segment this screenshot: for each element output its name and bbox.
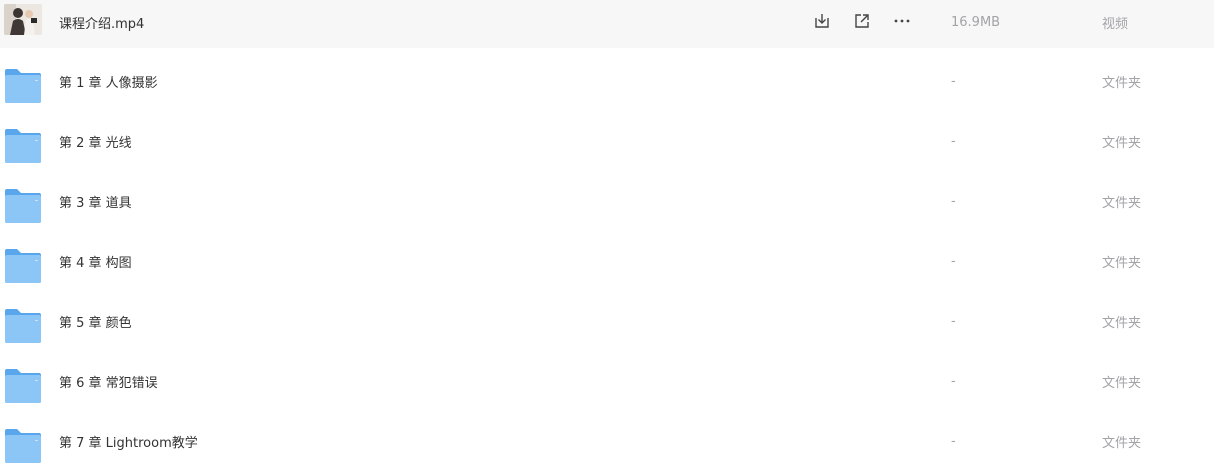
- file-size: -: [951, 133, 956, 149]
- file-size: -: [951, 373, 956, 389]
- folder-icon: [4, 68, 42, 104]
- file-type: 文件夹: [1102, 135, 1142, 151]
- file-type: 文件夹: [1102, 435, 1142, 451]
- file-list: 课程介绍.mp4 16.9MB 视频 第 1 章 人像摄影 - 文件夹 第 2 …: [0, 0, 1214, 473]
- folder-icon: [4, 308, 42, 344]
- folder-row[interactable]: 第 1 章 人像摄影 - 文件夹: [0, 56, 1214, 106]
- folder-row[interactable]: 第 4 章 构图 - 文件夹: [0, 236, 1214, 286]
- file-row-video[interactable]: 课程介绍.mp4 16.9MB 视频: [0, 0, 1214, 48]
- row-actions: [812, 0, 922, 48]
- file-type: 文件夹: [1102, 255, 1142, 271]
- folder-row[interactable]: 第 7 章 Lightroom教学 - 文件夹: [0, 416, 1214, 466]
- video-thumbnail: [4, 4, 42, 35]
- folder-icon: [4, 248, 42, 284]
- folder-name[interactable]: 第 7 章 Lightroom教学: [59, 416, 198, 466]
- share-icon[interactable]: [852, 11, 872, 31]
- file-name[interactable]: 课程介绍.mp4: [59, 0, 144, 48]
- file-size: -: [951, 253, 956, 269]
- folder-icon: [4, 188, 42, 224]
- folder-name[interactable]: 第 5 章 颜色: [59, 296, 132, 346]
- more-icon[interactable]: [892, 11, 912, 31]
- file-type: 文件夹: [1102, 195, 1142, 211]
- folder-name[interactable]: 第 2 章 光线: [59, 116, 132, 166]
- download-icon[interactable]: [812, 11, 832, 31]
- folder-icon: [4, 368, 42, 404]
- file-size: -: [951, 193, 956, 209]
- folder-name[interactable]: 第 1 章 人像摄影: [59, 56, 158, 106]
- folder-icon: [4, 428, 42, 464]
- folder-name[interactable]: 第 6 章 常犯错误: [59, 356, 158, 406]
- folder-row[interactable]: 第 3 章 道具 - 文件夹: [0, 176, 1214, 226]
- folder-row[interactable]: 第 2 章 光线 - 文件夹: [0, 116, 1214, 166]
- file-size: -: [951, 313, 956, 329]
- folder-name[interactable]: 第 3 章 道具: [59, 176, 132, 226]
- folder-row[interactable]: 第 5 章 颜色 - 文件夹: [0, 296, 1214, 346]
- file-type: 视频: [1102, 16, 1129, 32]
- file-size: -: [951, 433, 956, 449]
- file-type: 文件夹: [1102, 75, 1142, 91]
- file-type: 文件夹: [1102, 315, 1142, 331]
- file-type: 文件夹: [1102, 375, 1142, 391]
- folder-icon: [4, 128, 42, 164]
- folder-name[interactable]: 第 4 章 构图: [59, 236, 132, 286]
- folder-row[interactable]: 第 6 章 常犯错误 - 文件夹: [0, 356, 1214, 406]
- file-size: -: [951, 73, 956, 89]
- file-size: 16.9MB: [951, 14, 1001, 30]
